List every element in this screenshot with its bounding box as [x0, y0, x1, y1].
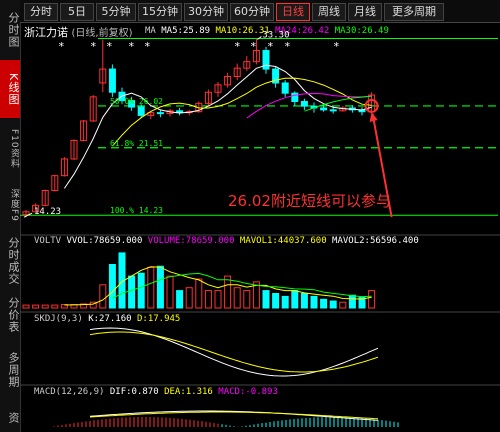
- fib-618-label: 61.8% 21.51: [110, 139, 163, 148]
- volume-bar: [137, 272, 145, 309]
- annotation-arrow-head: [369, 111, 378, 122]
- tab-5day[interactable]: 5日: [60, 3, 94, 21]
- sidebar-item-depth[interactable]: 深度F9: [0, 180, 20, 230]
- volume-bar: [41, 304, 49, 309]
- kline-chart-canvas[interactable]: * * * * * * * * * *33.3014.2350.0% 26.0261.8% 21.…: [20, 22, 500, 432]
- high-price-label: 33.30: [262, 30, 289, 40]
- volume-bar: [368, 290, 376, 309]
- volume-bar: [291, 290, 299, 309]
- signal-star-marker: *: [267, 40, 274, 53]
- sidebar-item-timeshare[interactable]: 分时图: [0, 2, 20, 58]
- volume-bar: [204, 290, 212, 309]
- tab-15min[interactable]: 15分钟: [138, 3, 182, 21]
- sidebar-item-more[interactable]: 资: [0, 405, 20, 430]
- volume-bar: [185, 287, 193, 309]
- volume-bar: [339, 301, 347, 309]
- volume-bar: [281, 295, 289, 309]
- fib-100-label: 100.% 14.23: [110, 206, 163, 215]
- tab-daily[interactable]: 日线: [276, 3, 310, 21]
- tab-60min[interactable]: 60分钟: [230, 3, 274, 21]
- signal-star-marker: *: [333, 40, 340, 53]
- tab-monthly[interactable]: 月线: [348, 3, 382, 21]
- volume-bar: [300, 293, 308, 309]
- signal-star-marker: *: [284, 40, 291, 53]
- left-sidebar: 分时图 K线图 F10资料 深度F9 分时成交 分价表 多周期 资: [0, 0, 21, 432]
- tab-timeshare[interactable]: 分时: [24, 3, 58, 21]
- candle-body[interactable]: [291, 92, 299, 103]
- low-price-label: 14.23: [34, 207, 61, 217]
- volume-bar: [233, 287, 241, 309]
- volume-bar: [272, 293, 280, 309]
- volume-bar: [128, 275, 136, 309]
- signal-star-marker: *: [128, 40, 135, 53]
- candle-body[interactable]: [281, 82, 289, 94]
- volume-bar: [176, 290, 184, 309]
- volume-bar: [156, 265, 164, 309]
- volume-bar: [348, 294, 356, 309]
- volume-bar: [51, 304, 59, 309]
- signal-star-marker: *: [250, 40, 257, 53]
- volume-bar: [262, 290, 270, 309]
- volume-bar: [214, 290, 222, 309]
- sidebar-item-kline[interactable]: K线图: [0, 60, 20, 118]
- candle-body[interactable]: [300, 101, 308, 107]
- sidebar-item-trades[interactable]: 分时成交: [0, 232, 20, 290]
- candle-body[interactable]: [137, 106, 145, 116]
- volume-bar: [99, 284, 107, 309]
- signal-star-marker: *: [106, 40, 113, 53]
- candle-body[interactable]: [156, 112, 164, 115]
- period-tab-bar: 分时 5日 5分钟 15分钟 30分钟 60分钟 日线 周线 月线 更多周期: [20, 0, 500, 23]
- tab-weekly[interactable]: 周线: [312, 3, 346, 21]
- volume-bar: [108, 264, 116, 309]
- volume-bar: [320, 298, 328, 309]
- signal-star-marker: *: [58, 40, 65, 53]
- volume-bar: [195, 278, 203, 309]
- volume-bar: [32, 304, 40, 309]
- tab-30min[interactable]: 30分钟: [184, 3, 228, 21]
- fib-50-label: 50.0% 26.02: [110, 97, 163, 106]
- volume-bar: [310, 295, 318, 309]
- signal-star-marker: *: [90, 40, 97, 53]
- candle-body[interactable]: [108, 68, 116, 93]
- sidebar-item-multi-period[interactable]: 多周期: [0, 340, 20, 400]
- sidebar-item-price-table[interactable]: 分价表: [0, 292, 20, 337]
- volume-bar: [329, 300, 337, 309]
- tab-more-periods[interactable]: 更多周期: [384, 3, 444, 21]
- tab-5min[interactable]: 5分钟: [96, 3, 136, 21]
- volume-bar: [243, 290, 251, 309]
- volume-bar: [22, 304, 30, 309]
- signal-star-marker: *: [144, 40, 151, 53]
- annotation-text: 26.02附近短线可以参与: [228, 192, 391, 210]
- candle-body[interactable]: [329, 109, 337, 112]
- volume-bar: [224, 275, 232, 309]
- candle-body[interactable]: [320, 107, 328, 111]
- volume-bar: [147, 266, 155, 309]
- signal-star-marker: *: [234, 40, 241, 53]
- volume-bar: [166, 275, 174, 309]
- sidebar-item-f10[interactable]: F10资料: [0, 120, 20, 178]
